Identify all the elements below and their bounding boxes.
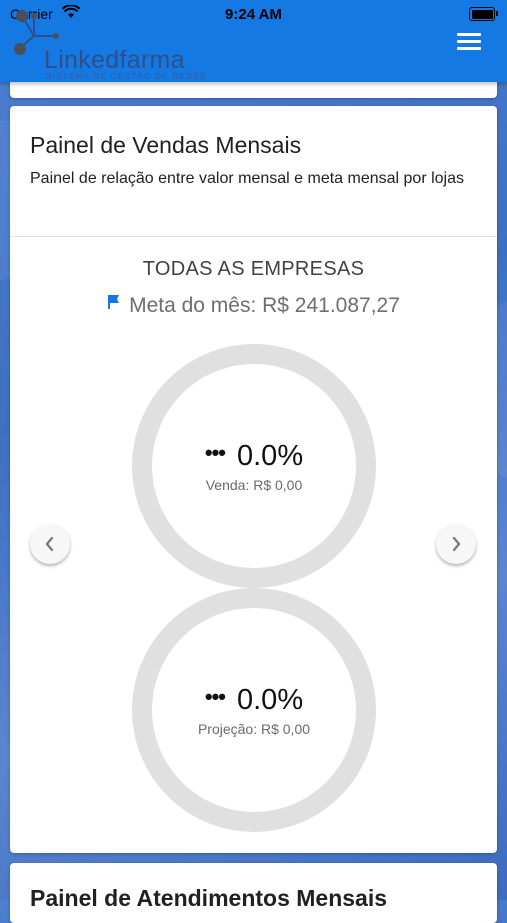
- monthly-goal-text: Meta do mês: R$ 241.087,27: [129, 294, 400, 317]
- company-selector-label: TODAS AS EMPRESAS: [142, 258, 365, 280]
- previous-button[interactable]: [30, 524, 70, 564]
- more-dots-icon: •••: [204, 440, 226, 466]
- monthly-goal: Meta do mês: R$ 241.087,27: [10, 294, 497, 318]
- battery-icon: [469, 7, 498, 21]
- attendance-panel-title: Painel de Atendimentos Mensais: [30, 885, 388, 911]
- chevron-left-icon: [45, 536, 54, 552]
- next-button[interactable]: [436, 524, 476, 564]
- panel-description: Painel de relação entre valor mensal e m…: [30, 170, 465, 187]
- divider: [10, 236, 497, 237]
- sales-panel-card: Painel de Vendas Mensais Painel de relaç…: [10, 106, 497, 853]
- more-dots-icon: •••: [204, 684, 226, 710]
- sales-percent-value: 0.0%: [237, 440, 304, 472]
- app-tagline: SISTEMA DE GESTÃO DE REDES: [46, 72, 207, 81]
- app-name: Linkedfarma: [44, 46, 185, 74]
- attendance-panel-card: Painel de Atendimentos Mensais: [10, 863, 497, 923]
- flag-icon: [107, 292, 121, 316]
- app-header: Carrier 9:24 AM Linkedfarma SISTEMA DE G…: [0, 0, 507, 82]
- sales-amount: Venda: R$ 0,00: [205, 477, 303, 493]
- hamburger-icon[interactable]: [457, 33, 481, 53]
- projection-gauge: ••• 0.0% Projeção: R$ 0,00: [132, 588, 376, 832]
- projection-percent-value: 0.0%: [237, 684, 304, 716]
- chevron-right-icon: [452, 536, 461, 552]
- panel-title: Painel de Vendas Mensais: [30, 132, 302, 158]
- app-logo: Linkedfarma SISTEMA DE GESTÃO DE REDES: [8, 10, 218, 82]
- sales-gauge: ••• 0.0% Venda: R$ 0,00: [132, 344, 376, 588]
- sales-percent: ••• 0.0%: [132, 440, 376, 473]
- projection-amount: Projeção: R$ 0,00: [197, 721, 311, 737]
- projection-percent: ••• 0.0%: [132, 684, 376, 717]
